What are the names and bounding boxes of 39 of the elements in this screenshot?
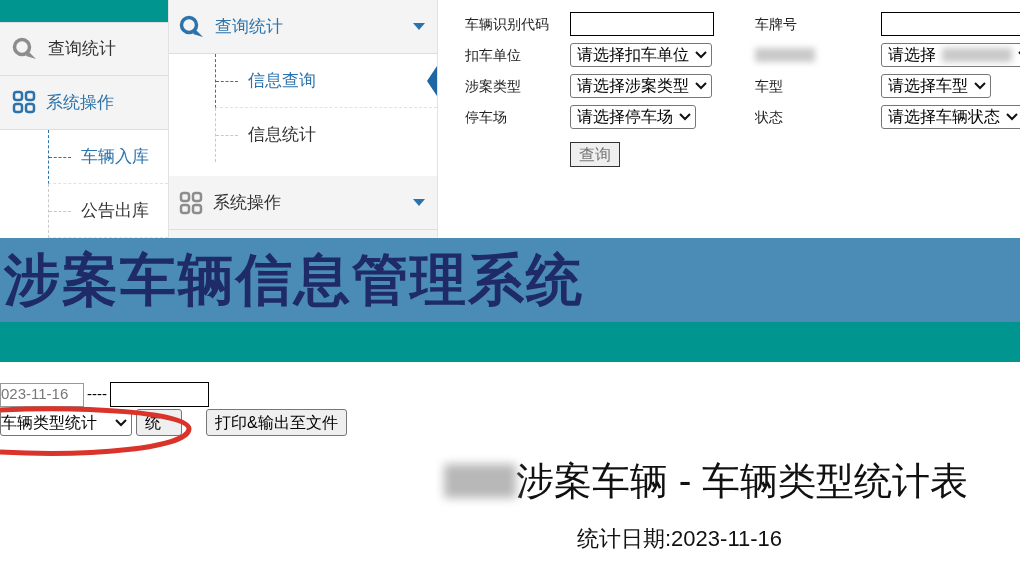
system-title: 涉案车辆信息管理系统 [2,252,584,308]
nav-sub-item[interactable]: 信息统计 [215,108,437,162]
chevron-icon [695,82,707,90]
grid-icon [179,190,203,215]
query-button[interactable]: 查询 [570,142,620,167]
date-field[interactable] [110,382,209,407]
field-label: 涉案类型 [465,76,522,96]
select-field[interactable]: 请选择车型 [881,74,991,98]
chevron-icon [679,113,691,121]
report-title: 涉案车辆 - 车辆类型统计表 [516,462,968,500]
nav-sub-item[interactable]: 车辆入库 [48,130,168,184]
caret-icon [413,23,425,30]
chevron-icon [695,51,707,59]
caret-icon [413,199,425,206]
text-field[interactable] [881,12,1020,36]
nav-group-item[interactable]: 查询统计 [0,21,168,76]
date-field[interactable]: 023-11-16 [0,382,84,407]
field-label: 车辆识别代码 [465,14,550,34]
chevron-icon [1006,113,1018,121]
field-label: 停车场 [465,107,508,127]
text-field[interactable] [570,12,714,36]
select-field[interactable]: 请选择涉案类型 [570,74,712,98]
field-label: 扣车单位 [465,45,522,65]
grid-icon [12,90,36,115]
select-field[interactable]: 请选择 [881,43,1020,67]
chevron-icon [115,418,127,427]
nav-sub-item[interactable]: 信息查询 [215,54,437,108]
select-field[interactable]: 请选择扣车单位 [570,43,712,67]
selection-marker [427,66,437,96]
report-date: 统计日期:2023-11-16 [577,525,782,553]
field-label: 车牌号 [755,14,798,34]
select-field[interactable]: 请选择停车场 [570,105,696,129]
date-separator: ---- [86,384,108,405]
select-field[interactable]: 请选择车辆状态 [881,105,1020,129]
field-label: 车型 [755,76,784,96]
nav-group-item[interactable]: 系统操作 [169,176,437,230]
field-label: 状态 [755,107,784,127]
chevron-icon [974,82,986,90]
print-button[interactable]: 打印&输出至文件 [206,409,347,436]
